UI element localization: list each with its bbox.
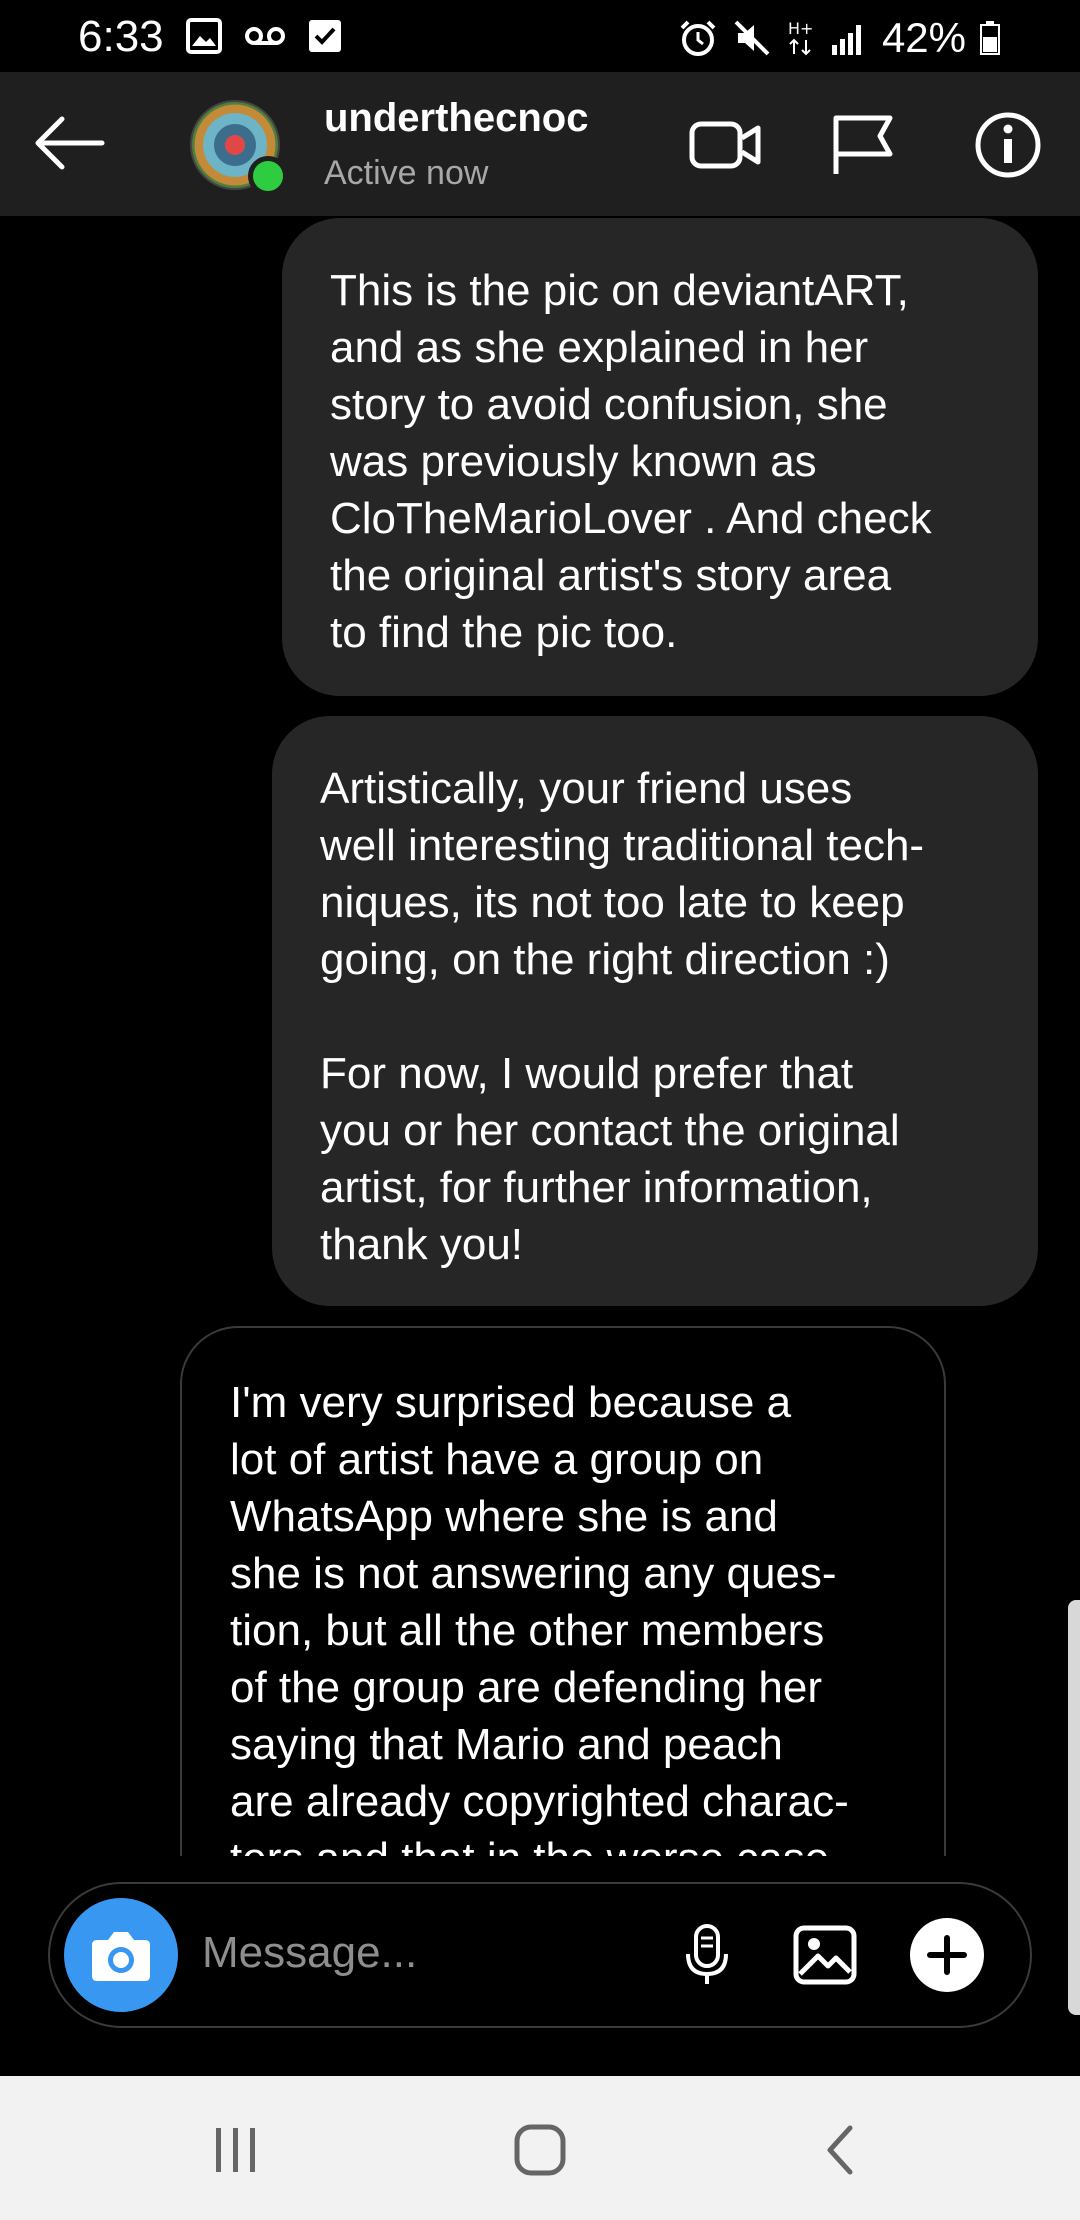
chat-header: underthecnoc Active now: [0, 72, 1080, 216]
battery-percent: 42%: [881, 14, 966, 61]
avatar[interactable]: [190, 100, 288, 196]
camera-button[interactable]: [64, 1898, 178, 2012]
message-input[interactable]: Message...: [202, 1928, 417, 1978]
chat-username[interactable]: underthecnoc: [324, 96, 588, 141]
video-call-icon[interactable]: [688, 110, 764, 180]
alarm-icon: [680, 20, 716, 56]
checkbox-icon: [309, 20, 341, 52]
camera-icon: [92, 1932, 150, 1981]
message-text: Artistically, your friend uses well inte…: [320, 764, 925, 1269]
mute-icon: [734, 20, 770, 56]
signal-icon: [831, 25, 861, 55]
status-bar: 6:33 H+ 42%: [0, 0, 1080, 72]
image-icon: [186, 18, 222, 54]
online-indicator: [248, 156, 288, 196]
active-status: Active now: [324, 154, 489, 192]
recents-icon[interactable]: [206, 2120, 266, 2180]
message-text: I'm very surprised because a lot of arti…: [230, 1378, 849, 1856]
back-icon[interactable]: [812, 2120, 872, 2180]
info-icon[interactable]: [970, 110, 1046, 180]
system-nav-bar: [0, 2076, 1080, 2220]
hplus-data-icon: H+: [788, 19, 813, 56]
voicemail-icon: [245, 27, 285, 45]
battery-icon: [980, 21, 1000, 55]
message-bubble-received[interactable]: I'm very surprised because a lot of arti…: [180, 1326, 946, 1856]
home-icon[interactable]: [510, 2120, 570, 2180]
flag-icon[interactable]: [826, 110, 902, 180]
microphone-icon[interactable]: [674, 1922, 740, 1988]
message-bubble-sent[interactable]: This is the pic on deviantART, and as sh…: [282, 218, 1038, 696]
message-bubble-sent[interactable]: Artistically, your friend uses well inte…: [272, 716, 1038, 1306]
svg-text:H+: H+: [788, 19, 813, 38]
message-composer: Message...: [48, 1882, 1032, 2028]
gallery-icon[interactable]: [792, 1922, 858, 1988]
message-list[interactable]: This is the pic on deviantART, and as sh…: [0, 216, 1080, 1856]
plus-icon[interactable]: [910, 1918, 984, 1992]
scrollbar[interactable]: [1068, 1600, 1080, 2015]
status-time: 6:33: [78, 12, 164, 61]
message-text: This is the pic on deviantART, and as sh…: [330, 266, 932, 657]
back-arrow-icon[interactable]: [32, 110, 108, 176]
